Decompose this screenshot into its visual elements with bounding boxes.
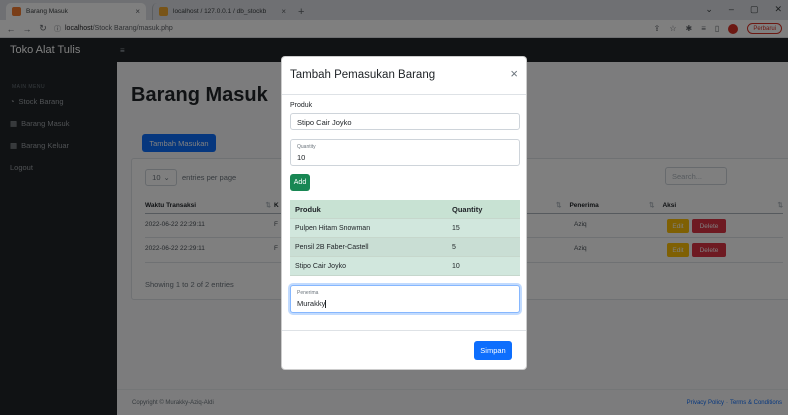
penerima-field[interactable]: Penerima Murakky [290, 285, 520, 313]
close-icon[interactable]: × [510, 66, 518, 81]
penerima-label: Penerima [297, 290, 319, 296]
cell-produk: Stipo Cair Joyko [295, 262, 346, 270]
table-row: Pensil 2B Faber-Castell 5 [290, 238, 520, 257]
header-produk: Produk [295, 204, 321, 214]
quantity-label: Quantity [297, 144, 316, 150]
penerima-value: Murakky [297, 299, 326, 308]
table-header-row: Produk Quantity [290, 200, 520, 219]
produk-value: Stipo Cair Joyko [297, 118, 352, 127]
quantity-value: 10 [297, 153, 306, 162]
header-quantity: Quantity [452, 204, 483, 214]
table-row: Stipo Cair Joyko 10 [290, 257, 520, 276]
cell-quantity: 5 [452, 243, 456, 251]
cell-produk: Pensil 2B Faber-Castell [295, 243, 369, 251]
items-table: Produk Quantity Pulpen Hitam Snowman 15 … [290, 200, 520, 276]
produk-select[interactable]: Stipo Cair Joyko [290, 113, 520, 130]
modal-footer: Simpan [282, 330, 526, 371]
cell-quantity: 15 [452, 224, 460, 232]
modal-header: Tambah Pemasukan Barang × [282, 57, 526, 95]
cell-quantity: 10 [452, 262, 460, 270]
save-button[interactable]: Simpan [474, 341, 512, 360]
add-item-button[interactable]: Add [290, 174, 310, 191]
add-entry-modal: Tambah Pemasukan Barang × Produk Stipo C… [281, 56, 527, 370]
cell-produk: Pulpen Hitam Snowman [295, 224, 371, 232]
quantity-field[interactable]: Quantity 10 [290, 139, 520, 166]
produk-label: Produk [290, 102, 313, 109]
text-caret [325, 300, 327, 309]
modal-title: Tambah Pemasukan Barang [290, 69, 436, 81]
table-row: Pulpen Hitam Snowman 15 [290, 219, 520, 238]
